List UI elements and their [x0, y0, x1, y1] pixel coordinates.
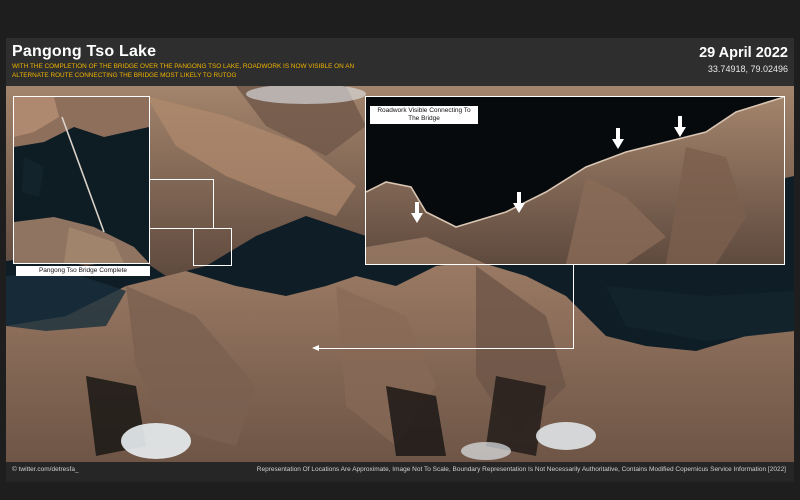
bridge-label: Pangong Tso Bridge Complete — [16, 266, 150, 276]
bridge-inset-image — [14, 97, 149, 263]
cloud — [536, 422, 596, 450]
cloud — [121, 423, 191, 459]
disclaimer: Representation Of Locations Are Approxim… — [256, 466, 786, 473]
down-arrow-icon — [513, 192, 525, 213]
bridge-detail-box — [193, 228, 232, 266]
coordinates: 33.74918, 79.02496 — [707, 64, 788, 74]
roadwork-label: Roadwork Visible Connecting To The Bridg… — [370, 106, 478, 124]
page-title: Pangong Tso Lake — [12, 43, 157, 60]
image-credit: © twitter.com/detresfa_ — [12, 466, 79, 473]
connector-line-horizontal — [318, 348, 574, 349]
connector-line-vertical — [573, 263, 574, 349]
image-date: 29 April 2022 — [699, 45, 788, 61]
down-arrow-icon — [612, 128, 624, 149]
bridge-locator-box — [148, 179, 214, 229]
connector-arrow-icon — [312, 345, 319, 351]
page-subtitle: WITH THE COMPLETION OF THE BRIDGE OVER T… — [12, 63, 355, 79]
down-arrow-icon — [411, 202, 423, 223]
bridge-inset — [13, 96, 150, 264]
down-arrow-icon — [674, 116, 686, 137]
